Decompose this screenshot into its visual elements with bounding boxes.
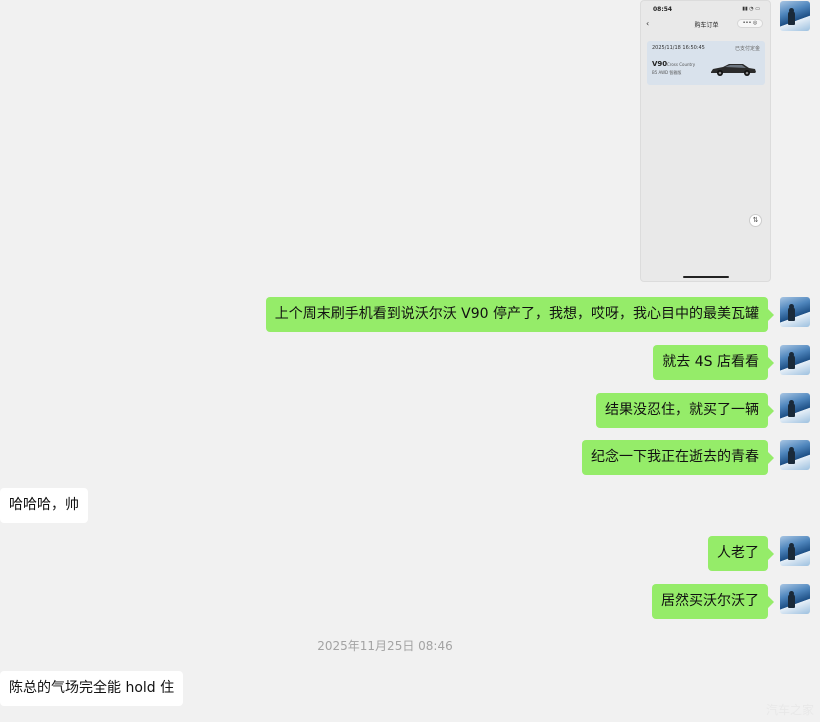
my-avatar[interactable]: [780, 440, 810, 470]
my-avatar[interactable]: [780, 297, 810, 327]
my-message-bubble[interactable]: 人老了: [708, 536, 774, 571]
car-model-sub: Cross Country: [667, 62, 696, 67]
order-date: 2025/11/18 16:50:45: [652, 45, 705, 51]
home-indicator: [683, 276, 729, 278]
order-status: 已支付定金: [734, 46, 760, 52]
mini-program-capsule: ••• ◎: [737, 19, 763, 28]
my-avatar[interactable]: [780, 345, 810, 375]
car-trim: B5 AWD 智雅版: [652, 70, 682, 75]
status-time: 08:54: [653, 6, 673, 13]
my-message-bubble[interactable]: 就去 4S 店看看: [653, 345, 774, 380]
status-icons: ▮▮ ◔ ▭: [742, 6, 760, 12]
shared-screenshot-image[interactable]: 08:54 ▮▮ ◔ ▭ ‹ 购车订单 ••• ◎ 2025/11/18 16:…: [640, 0, 771, 282]
my-message-bubble[interactable]: 结果没忍住，就买了一辆: [596, 393, 774, 428]
car-model: V90: [652, 60, 668, 68]
my-message-bubble[interactable]: 居然买沃尔沃了: [652, 584, 774, 619]
my-avatar[interactable]: [780, 584, 810, 614]
my-avatar[interactable]: [780, 393, 810, 423]
refresh-icon: ⇅: [749, 214, 762, 227]
my-avatar[interactable]: [780, 536, 810, 566]
my-message-bubble[interactable]: 上个周末刷手机看到说沃尔沃 V90 停产了，我想，哎呀，我心目中的最美瓦罐: [265, 297, 775, 332]
other-message-bubble[interactable]: 哈哈哈，帅: [0, 488, 88, 523]
car-icon: [711, 64, 756, 76]
my-message-bubble[interactable]: 纪念一下我正在逝去的青春: [582, 440, 774, 475]
order-card: 2025/11/18 16:50:45 已支付定金 V90 Cross Coun…: [647, 41, 765, 85]
watermark: 汽车之家: [765, 703, 814, 717]
my-avatar[interactable]: [780, 1, 810, 31]
other-message-bubble[interactable]: 陈总的气场完全能 hold 住: [0, 671, 184, 706]
chat-timestamp: 2025年11月25日 08:46: [317, 639, 453, 653]
